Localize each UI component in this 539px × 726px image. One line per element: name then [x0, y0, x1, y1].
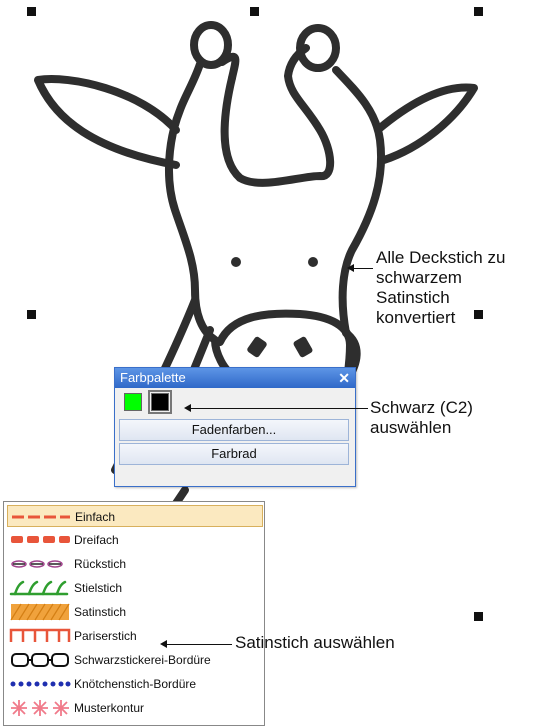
forehead-link	[218, 52, 240, 82]
blackwork-border-icon	[11, 653, 69, 667]
stitch-type-list[interactable]: Einfach Dreifach Rückstich Stielstich Sa…	[3, 501, 265, 726]
stem-stitch-icon	[9, 580, 69, 596]
single-stitch-icon	[12, 515, 70, 519]
callout-arrowhead-select-black	[184, 404, 191, 412]
pattern-outline-icon	[11, 700, 69, 716]
backstitch-icon	[11, 560, 63, 568]
list-item-satin[interactable]: Satinstich	[7, 601, 263, 623]
palette-titlebar[interactable]: Farbpalette ✕	[115, 368, 355, 388]
list-item-triple[interactable]: Dreifach	[7, 529, 263, 551]
callout-converted-line-1: Alle Deckstich zu	[376, 248, 506, 267]
callout-line-select-black	[190, 408, 368, 409]
list-item-label: Einfach	[75, 510, 116, 524]
left-eye	[231, 257, 241, 267]
callout-select-satin: Satinstich auswählen	[235, 633, 395, 652]
selection-handle-top-left[interactable]	[27, 7, 36, 16]
list-item-label: Dreifach	[74, 533, 119, 547]
thread-colors-button[interactable]: Fadenfarben...	[119, 419, 349, 441]
callout-line-select-satin	[166, 644, 232, 645]
list-item-label: Satinstich	[74, 605, 127, 619]
satin-stitch-icon	[10, 603, 70, 621]
list-item-label: Rückstich	[74, 557, 127, 571]
callout-line-converted	[353, 268, 373, 269]
callout-converted-line-2: schwarzem	[376, 268, 462, 287]
callout-arrowhead-converted	[347, 264, 354, 272]
list-item-label: Pariserstich	[74, 629, 137, 643]
list-item-label: Musterkontur	[74, 701, 145, 715]
callout-converted: Alle Deckstich zu schwarzem Satinstich k…	[376, 248, 505, 328]
triple-stitch-icon	[11, 536, 70, 543]
callout-select-black-line-1: Schwarz (C2)	[370, 398, 473, 417]
list-item-pattern[interactable]: Musterkontur	[7, 697, 263, 719]
right-nostril	[293, 336, 313, 358]
close-icon[interactable]: ✕	[338, 368, 350, 388]
list-item-single[interactable]: Einfach	[7, 505, 263, 527]
callout-select-black: Schwarz (C2) auswählen	[370, 398, 473, 438]
list-item-backstitch[interactable]: Rückstich	[7, 553, 263, 575]
right-ear	[376, 83, 478, 164]
selection-handle-top-center[interactable]	[250, 7, 259, 16]
palette-title: Farbpalette	[120, 370, 186, 385]
selection-handle-bottom-right[interactable]	[474, 612, 483, 621]
list-item-knot[interactable]: Knötchenstich-Bordüre	[7, 673, 263, 695]
list-item-label: Schwarzstickerei-Bordüre	[74, 653, 211, 667]
knot-stitch-border-icon	[10, 681, 71, 687]
color-wheel-button[interactable]: Farbrad	[119, 443, 349, 465]
color-palette-window[interactable]: Farbpalette ✕ Fadenfarben... Farbrad	[114, 367, 356, 487]
selection-handle-middle-left[interactable]	[27, 310, 36, 319]
left-ear	[34, 75, 180, 169]
selection-handle-top-right[interactable]	[474, 7, 483, 16]
callout-converted-line-3: Satinstich	[376, 288, 450, 307]
list-item-label: Knötchenstich-Bordüre	[74, 677, 197, 691]
list-item-label: Stielstich	[74, 581, 123, 595]
swatch-black[interactable]	[148, 390, 172, 414]
callout-arrowhead-select-satin	[160, 640, 167, 648]
swatch-green[interactable]	[124, 393, 142, 411]
callout-converted-line-4: konvertiert	[376, 308, 456, 327]
list-item-stem[interactable]: Stielstich	[7, 577, 263, 599]
list-item-blackwork[interactable]: Schwarzstickerei-Bordüre	[7, 649, 263, 671]
paris-stitch-icon	[9, 628, 71, 642]
left-nostril	[247, 336, 267, 358]
callout-select-black-line-2: auswählen	[370, 418, 452, 437]
right-eye	[308, 257, 318, 267]
palette-swatches	[115, 388, 355, 419]
